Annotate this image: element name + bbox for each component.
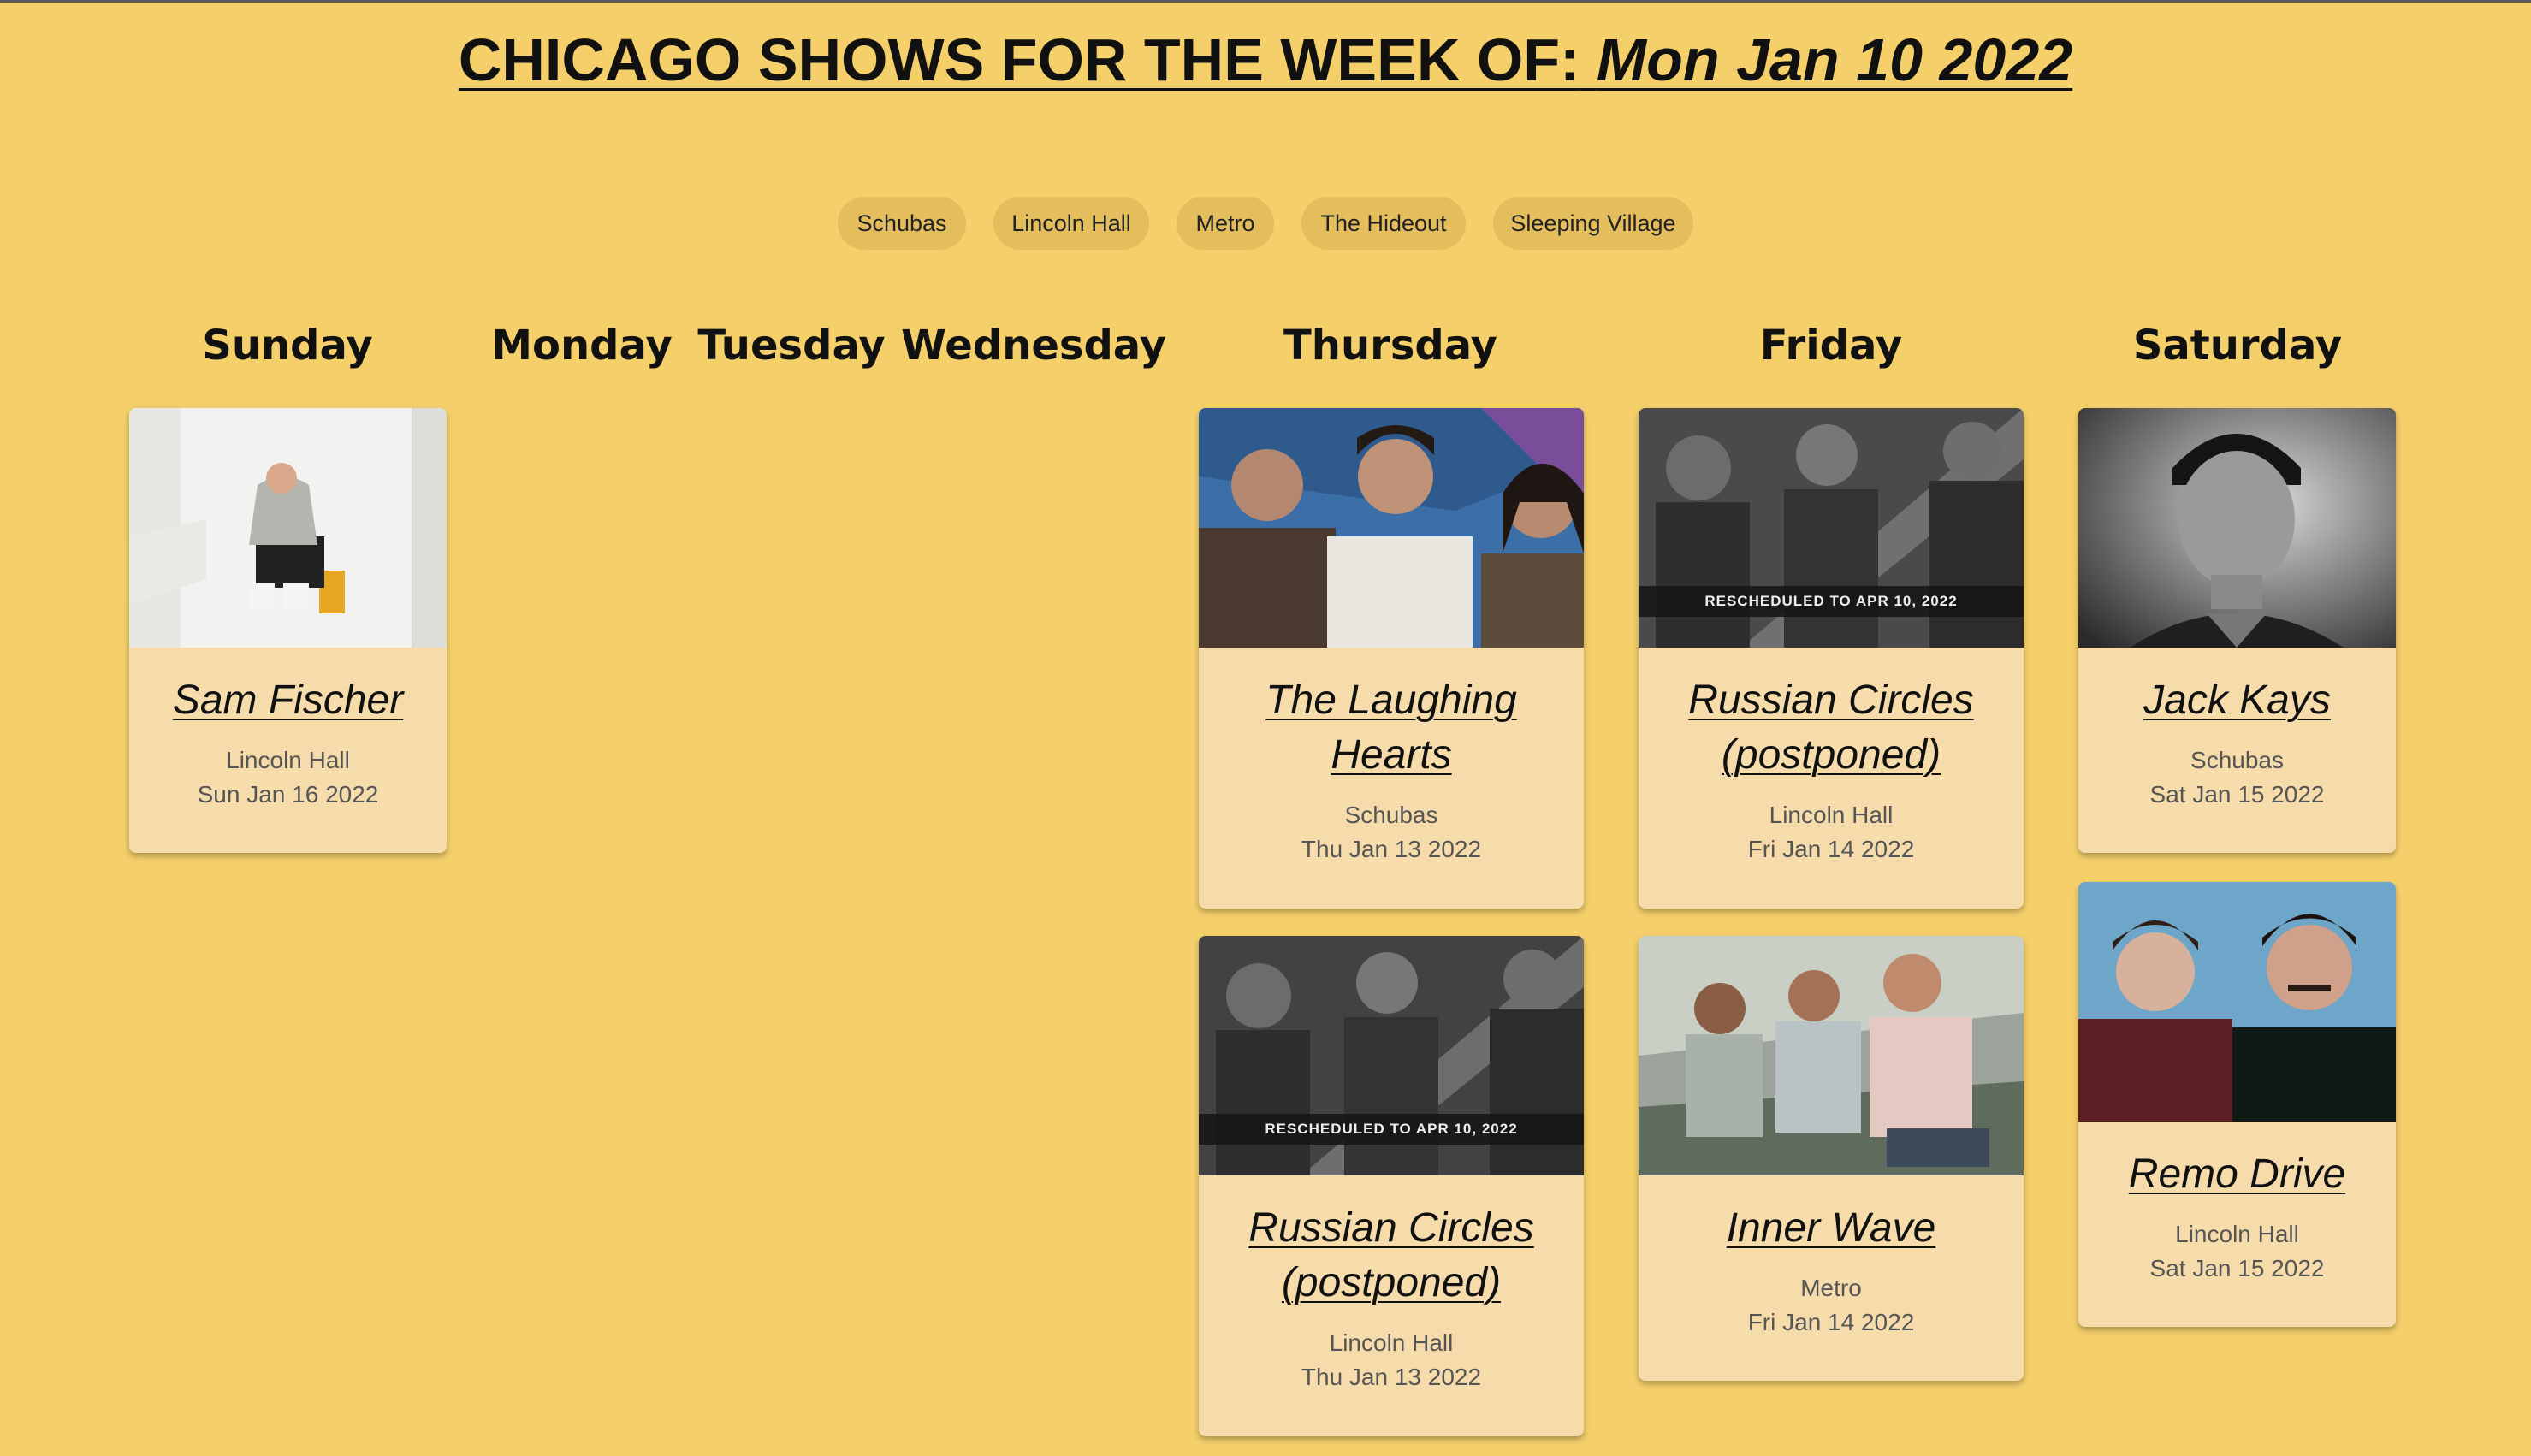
day-heading-monday: Monday [491,322,673,370]
artist-name-line2: (postponed) [1281,1260,1502,1305]
artist-photo[interactable]: RESCHEDULED TO APR 10, 2022 [1639,408,2024,648]
artist-name-line1: The Laughing [1266,678,1517,723]
day-heading-friday: Friday [1759,322,1903,370]
artist-photo[interactable] [2078,882,2396,1122]
day-heading-thursday: Thursday [1283,322,1497,370]
show-card[interactable]: Remo Drive Lincoln Hall Sat Jan 15 2022 [2078,882,2396,1327]
day-heading-saturday: Saturday [2132,322,2343,370]
venue-text: Schubas [1344,802,1438,828]
filter-chip-the-hideout[interactable]: The Hideout [1301,197,1466,250]
show-date: Thu Jan 13 2022 [1301,836,1482,862]
artist-name-line2: (postponed) [1721,732,1941,778]
filter-chip-schubas[interactable]: Schubas [838,197,966,250]
rescheduled-banner: RESCHEDULED TO APR 10, 2022 [1639,586,2024,617]
artist-name-line1: Russian Circles [1248,1205,1534,1251]
venue-text: Lincoln Hall [226,747,350,773]
artist-photo[interactable] [129,408,447,648]
rescheduled-banner: RESCHEDULED TO APR 10, 2022 [1199,1114,1584,1145]
venue-text: Schubas [2190,747,2284,773]
show-card[interactable]: RESCHEDULED TO APR 10, 2022 Russian Circ… [1639,408,2024,909]
show-date: Fri Jan 14 2022 [1747,836,1915,862]
page-title: CHICAGO SHOWS FOR THE WEEK OF: Mon Jan 1… [0,26,2531,94]
venue-text: Lincoln Hall [1329,1329,1454,1356]
artist-photo[interactable]: RESCHEDULED TO APR 10, 2022 [1199,936,1584,1175]
filter-chip-lincoln-hall[interactable]: Lincoln Hall [993,197,1149,250]
show-date: Thu Jan 13 2022 [1301,1364,1482,1390]
venue-text: Lincoln Hall [1769,802,1894,828]
show-date: Fri Jan 14 2022 [1747,1309,1915,1335]
page-title-prefix: CHICAGO SHOWS FOR THE WEEK OF: [458,27,1580,93]
filter-chip-metro[interactable]: Metro [1177,197,1274,250]
venue-text: Lincoln Hall [2175,1221,2299,1247]
show-card[interactable]: RESCHEDULED TO APR 10, 2022 Russian Circ… [1199,936,1584,1436]
page-title-date: Mon Jan 10 2022 [1596,27,2073,93]
artist-name-link[interactable]: The Laughing Hearts [1199,673,1584,783]
show-card[interactable]: Jack Kays Schubas Sat Jan 15 2022 [2078,408,2396,853]
artist-photo[interactable] [2078,408,2396,648]
artist-name-link[interactable]: Jack Kays [2078,673,2396,728]
show-date: Sat Jan 15 2022 [2149,1255,2325,1281]
artist-name-line2: Hearts [1331,732,1452,778]
artist-name-link[interactable]: Inner Wave [1639,1201,2024,1256]
show-card[interactable]: Sam Fischer Lincoln Hall Sun Jan 16 2022 [129,408,447,853]
artist-name-link[interactable]: Remo Drive [2078,1147,2396,1202]
show-card[interactable]: Inner Wave Metro Fri Jan 14 2022 [1639,936,2024,1381]
show-card[interactable]: The Laughing Hearts Schubas Thu Jan 13 2… [1199,408,1584,909]
venue-text: Metro [1800,1275,1862,1301]
venue-filter-bar: Schubas Lincoln Hall Metro The Hideout S… [0,197,2531,250]
day-heading-sunday: Sunday [202,322,373,370]
show-date: Sun Jan 16 2022 [197,781,379,808]
artist-name-link[interactable]: Sam Fischer [129,673,447,728]
artist-name-line1: Russian Circles [1688,678,1974,723]
artist-photo[interactable] [1639,936,2024,1175]
day-heading-wednesday: Wednesday [900,322,1167,370]
artist-name-link[interactable]: Russian Circles (postponed) [1639,673,2024,783]
day-heading-tuesday: Tuesday [697,322,886,370]
artist-name-link[interactable]: Russian Circles (postponed) [1199,1201,1584,1311]
filter-chip-sleeping-village[interactable]: Sleeping Village [1493,197,1693,250]
show-date: Sat Jan 15 2022 [2149,781,2325,808]
top-border [0,0,2531,3]
artist-photo[interactable] [1199,408,1584,648]
